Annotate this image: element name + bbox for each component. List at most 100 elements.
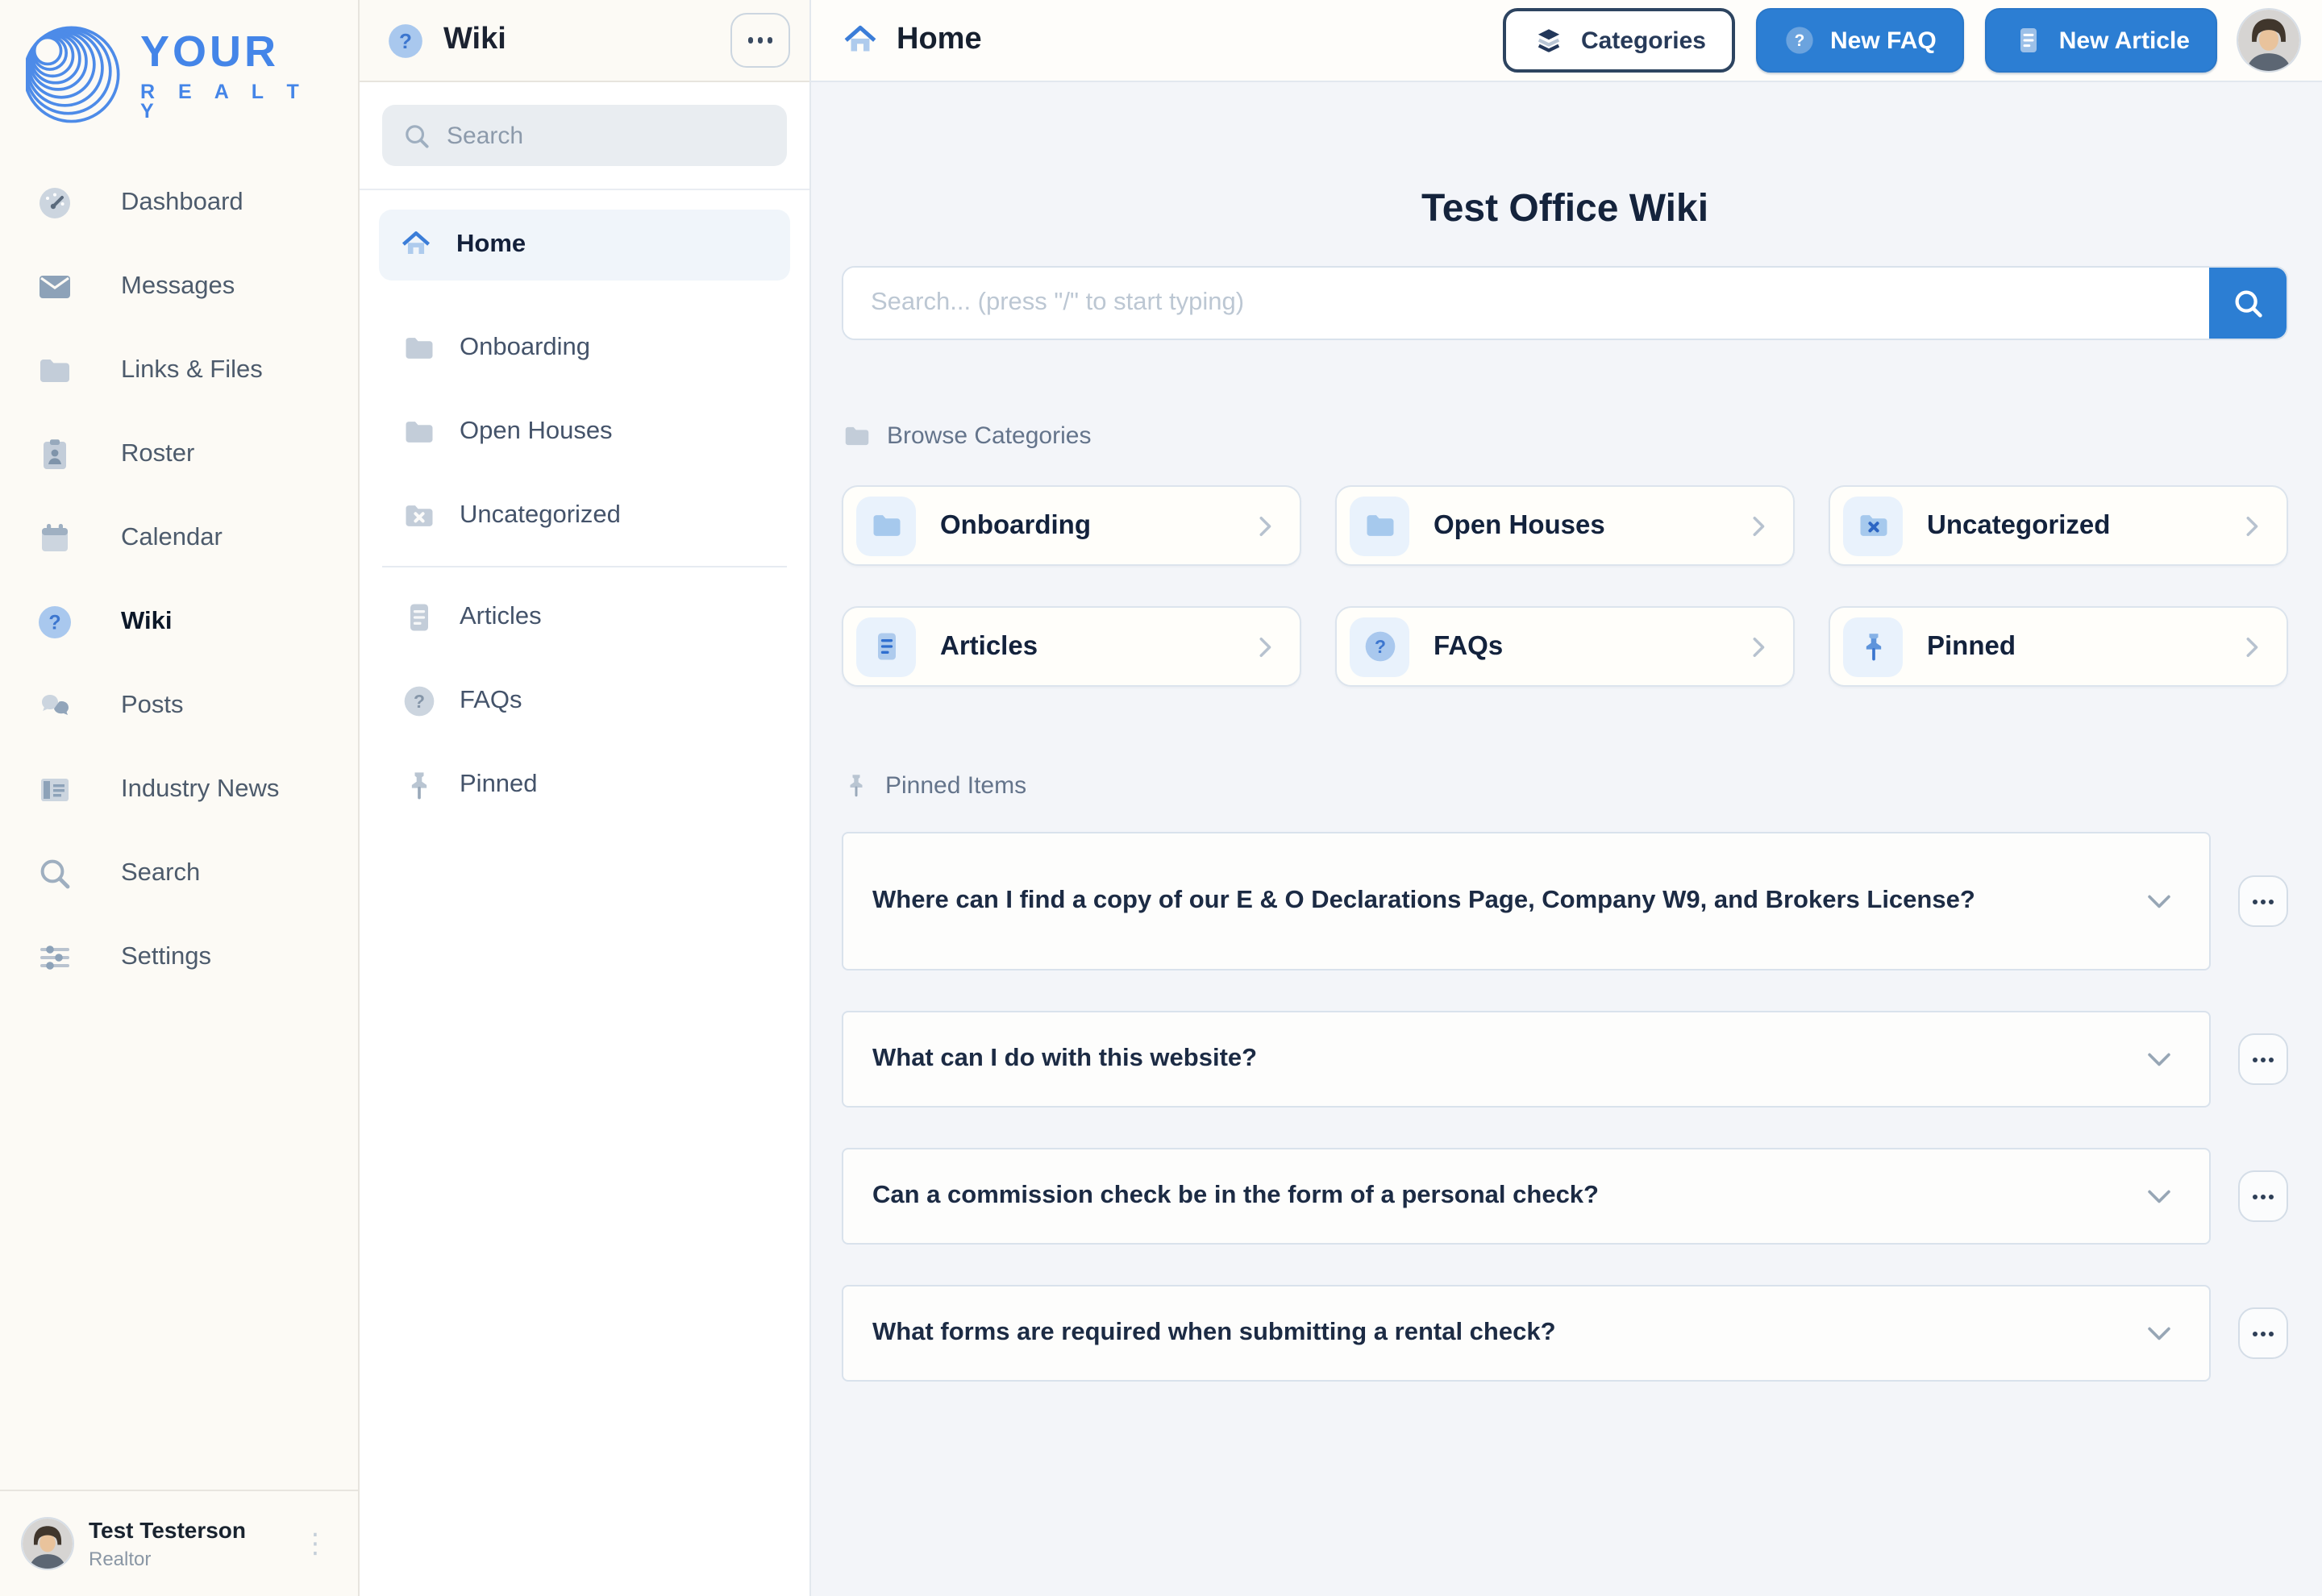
wiki-item-label: Home <box>456 231 526 258</box>
folder-icon <box>402 330 437 366</box>
wiki-item-open-houses[interactable]: Open Houses <box>379 390 790 474</box>
wiki-item-pinned[interactable]: Pinned <box>379 743 790 827</box>
category-card-pinned[interactable]: Pinned <box>1829 606 2288 687</box>
pinned-question-text: Can a commission check be in the form of… <box>872 1182 1599 1209</box>
home-icon <box>840 20 880 60</box>
wiki-item-faqs[interactable]: FAQs <box>379 659 790 743</box>
pinned-item-menu-button[interactable] <box>2238 875 2288 927</box>
calendar-icon <box>35 519 74 558</box>
pinned-item-menu-button[interactable] <box>2238 1033 2288 1085</box>
wiki-item-label: Onboarding <box>460 334 591 361</box>
brand-name-sub: R E A L T Y <box>140 80 308 123</box>
wiki-item-label: Articles <box>460 603 542 630</box>
chevron-down-icon[interactable] <box>2141 1041 2177 1077</box>
sidebar-item-roster[interactable]: Roster <box>0 413 358 497</box>
sidebar-item-messages[interactable]: Messages <box>0 245 358 329</box>
app-window: YOUR R E A L T Y Dashboard Messages Link… <box>0 0 2322 1596</box>
pinned-question-text: What forms are required when submitting … <box>872 1319 1556 1346</box>
search-icon <box>2229 285 2266 322</box>
chevron-right-icon <box>1743 631 1774 662</box>
page-header-title: Home <box>897 23 982 56</box>
chevron-down-icon[interactable] <box>2141 1315 2177 1351</box>
new-article-button[interactable]: New Article <box>1984 8 2217 73</box>
category-card-articles[interactable]: Articles <box>842 606 1301 687</box>
sidebar-item-label: Calendar <box>121 524 223 551</box>
category-card-uncategorized[interactable]: Uncategorized <box>1829 485 2288 566</box>
pinned-item-menu-button[interactable] <box>2238 1307 2288 1359</box>
sidebar-item-dashboard[interactable]: Dashboard <box>0 161 358 245</box>
chevron-right-icon <box>2237 631 2267 662</box>
pinned-item-row: Can a commission check be in the form of… <box>842 1148 2288 1245</box>
wiki-item-home[interactable]: Home <box>379 210 790 281</box>
main-area: Home Categories New FAQ New Article Test… <box>811 0 2322 1596</box>
sidebar-item-search[interactable]: Search <box>0 832 358 916</box>
wiki-panel-header: Wiki <box>360 0 809 82</box>
pinned-question-text: Where can I find a copy of our E & O Dec… <box>872 887 1975 914</box>
wiki-item-label: Pinned <box>460 771 538 798</box>
pinned-question-card[interactable]: What forms are required when submitting … <box>842 1285 2211 1382</box>
wiki-item-articles[interactable]: Articles <box>379 576 790 659</box>
article-icon <box>402 600 437 635</box>
wiki-search <box>382 105 787 166</box>
chevron-right-icon <box>1250 510 1280 541</box>
brand-name: YOUR <box>140 27 280 75</box>
wiki-item-label: Open Houses <box>460 418 613 445</box>
user-menu-icon[interactable]: ⋮ <box>292 1523 339 1564</box>
pin-icon <box>402 767 437 803</box>
user-name: Test Testerson <box>89 1517 247 1543</box>
category-grid: Onboarding Open Houses Uncategorized Art… <box>842 485 2288 687</box>
sidebar-item-wiki[interactable]: Wiki <box>0 580 358 664</box>
pin-icon <box>1843 617 1903 676</box>
sidebar-item-label: Roster <box>121 440 195 468</box>
pin-icon <box>849 773 863 797</box>
main-search-button[interactable] <box>2209 268 2287 339</box>
chevron-down-icon[interactable] <box>2141 883 2177 919</box>
chevron-down-icon[interactable] <box>2141 1178 2177 1214</box>
category-card-open-houses[interactable]: Open Houses <box>1335 485 1795 566</box>
category-card-faqs[interactable]: FAQs <box>1335 606 1795 687</box>
folder-x-icon <box>402 498 437 534</box>
page-title: Test Office Wiki <box>1421 187 1709 231</box>
category-card-onboarding[interactable]: Onboarding <box>842 485 1301 566</box>
divider <box>382 566 787 567</box>
pinned-item-menu-button[interactable] <box>2238 1170 2288 1222</box>
wiki-search-section <box>360 82 809 190</box>
user-profile[interactable]: Test Testerson Realtor ⋮ <box>0 1490 358 1596</box>
main-content: Test Office Wiki Browse Categories Onboa… <box>811 82 2322 1596</box>
wiki-menu-button[interactable] <box>730 13 790 68</box>
folder-icon <box>35 351 74 390</box>
home-icon <box>398 227 434 263</box>
article-icon <box>2019 27 2038 54</box>
user-avatar[interactable] <box>2238 10 2299 71</box>
sidebar-item-label: Messages <box>121 272 235 300</box>
wiki-item-uncategorized[interactable]: Uncategorized <box>379 474 790 558</box>
sidebar-nav: Dashboard Messages Links & Files Roster … <box>0 161 358 1490</box>
main-search-input[interactable] <box>843 268 2209 339</box>
pinned-question-card[interactable]: What can I do with this website? <box>842 1011 2211 1108</box>
sliders-icon <box>35 938 74 977</box>
sidebar-item-posts[interactable]: Posts <box>0 664 358 748</box>
brand-spiral-icon <box>26 26 120 123</box>
categories-button[interactable]: Categories <box>1503 8 1735 73</box>
sidebar-item-settings[interactable]: Settings <box>0 916 358 1000</box>
sidebar-item-label: Settings <box>121 943 212 970</box>
question-circle-icon <box>1786 27 1813 54</box>
chevron-right-icon <box>1743 510 1774 541</box>
pinned-item-row: Where can I find a copy of our E & O Dec… <box>842 832 2288 970</box>
wiki-panel: Wiki Home Onboarding Open Houses <box>360 0 811 1596</box>
pinned-question-card[interactable]: Where can I find a copy of our E & O Dec… <box>842 832 2211 970</box>
sidebar-item-links-files[interactable]: Links & Files <box>0 329 358 413</box>
wiki-nav-list: Home Onboarding Open Houses Uncategorize… <box>360 190 809 846</box>
user-avatar <box>23 1519 73 1569</box>
wiki-item-onboarding[interactable]: Onboarding <box>379 306 790 390</box>
wiki-search-input[interactable] <box>447 122 768 149</box>
pinned-question-card[interactable]: Can a commission check be in the form of… <box>842 1148 2211 1245</box>
pinned-item-row: What forms are required when submitting … <box>842 1285 2288 1382</box>
chat-bubbles-icon <box>35 687 74 725</box>
new-faq-button[interactable]: New FAQ <box>1756 8 1964 73</box>
sidebar-item-label: Posts <box>121 692 184 719</box>
sidebar-item-industry-news[interactable]: Industry News <box>0 748 358 832</box>
sidebar-item-calendar[interactable]: Calendar <box>0 497 358 580</box>
folder-icon <box>402 414 437 450</box>
article-icon <box>856 617 916 676</box>
